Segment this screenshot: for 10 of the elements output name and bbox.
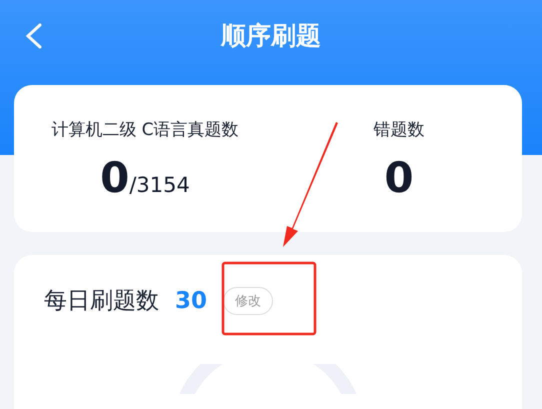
stat-value: 0 <box>384 153 414 202</box>
stat-value: 0 <box>100 153 130 202</box>
daily-label: 每日刷题数 <box>44 287 159 316</box>
edit-button[interactable]: 修改 <box>223 286 274 314</box>
stat-label: 错题数 <box>374 119 424 141</box>
stat-total: /3154 <box>129 173 190 197</box>
back-icon[interactable] <box>24 23 44 49</box>
daily-value: 30 <box>175 288 208 314</box>
stat-label: 计算机二级 C语言真题数 <box>51 119 239 141</box>
page-title: 顺序刷题 <box>221 20 321 52</box>
